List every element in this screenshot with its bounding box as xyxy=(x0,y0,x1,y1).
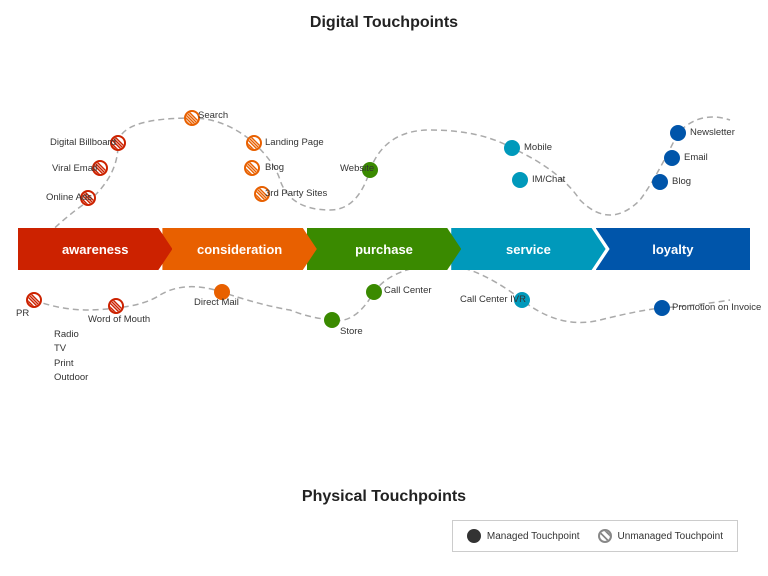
label-online-ads: Online Ads xyxy=(46,192,92,203)
label-direct-mail: Direct Mail xyxy=(194,297,239,308)
legend-unmanaged: Unmanaged Touchpoint xyxy=(598,529,723,543)
journey-banner: awareness consideration purchase service… xyxy=(18,228,750,270)
label-blog-loyalty: Blog xyxy=(672,176,691,187)
label-digital-billboard: Digital Billboard xyxy=(50,137,116,148)
label-3rd-party: 3rd Party Sites xyxy=(265,188,327,199)
legend-managed: Managed Touchpoint xyxy=(467,529,580,543)
label-pr: PR xyxy=(16,308,29,319)
digital-title: Digital Touchpoints xyxy=(0,0,768,32)
physical-title: Physical Touchpoints xyxy=(0,488,768,506)
label-promotion: Promotion on Invoice xyxy=(672,302,761,313)
label-mobile: Mobile xyxy=(524,142,552,153)
legend: Managed Touchpoint Unmanaged Touchpoint xyxy=(452,520,738,552)
segment-awareness: awareness xyxy=(18,228,172,270)
label-website: Website xyxy=(340,163,374,174)
label-search: Search xyxy=(198,110,228,121)
label-viral-email: Viral Email xyxy=(52,163,97,174)
segment-service: service xyxy=(451,228,605,270)
label-call-center: Call Center xyxy=(384,285,432,296)
main-container: Digital Touchpoints awareness considerat… xyxy=(0,0,768,576)
segment-consideration: consideration xyxy=(162,228,316,270)
label-email: Email xyxy=(684,152,708,163)
label-landing-page: Landing Page xyxy=(265,137,324,148)
label-imchat: IM/Chat xyxy=(532,174,565,185)
label-radio-tv: RadioTVPrintOutdoor xyxy=(54,328,88,385)
label-word-of-mouth: Word of Mouth xyxy=(88,314,150,325)
label-blog-consideration: Blog xyxy=(265,162,284,173)
label-call-center-ivr: Call Center IVR xyxy=(460,294,526,305)
legend-unmanaged-dot xyxy=(598,529,612,543)
segment-loyalty: loyalty xyxy=(596,228,750,270)
label-newsletter: Newsletter xyxy=(690,127,735,138)
legend-managed-label: Managed Touchpoint xyxy=(487,531,580,542)
legend-managed-dot xyxy=(467,529,481,543)
label-store: Store xyxy=(340,326,363,337)
segment-purchase: purchase xyxy=(307,228,461,270)
legend-unmanaged-label: Unmanaged Touchpoint xyxy=(618,531,723,542)
